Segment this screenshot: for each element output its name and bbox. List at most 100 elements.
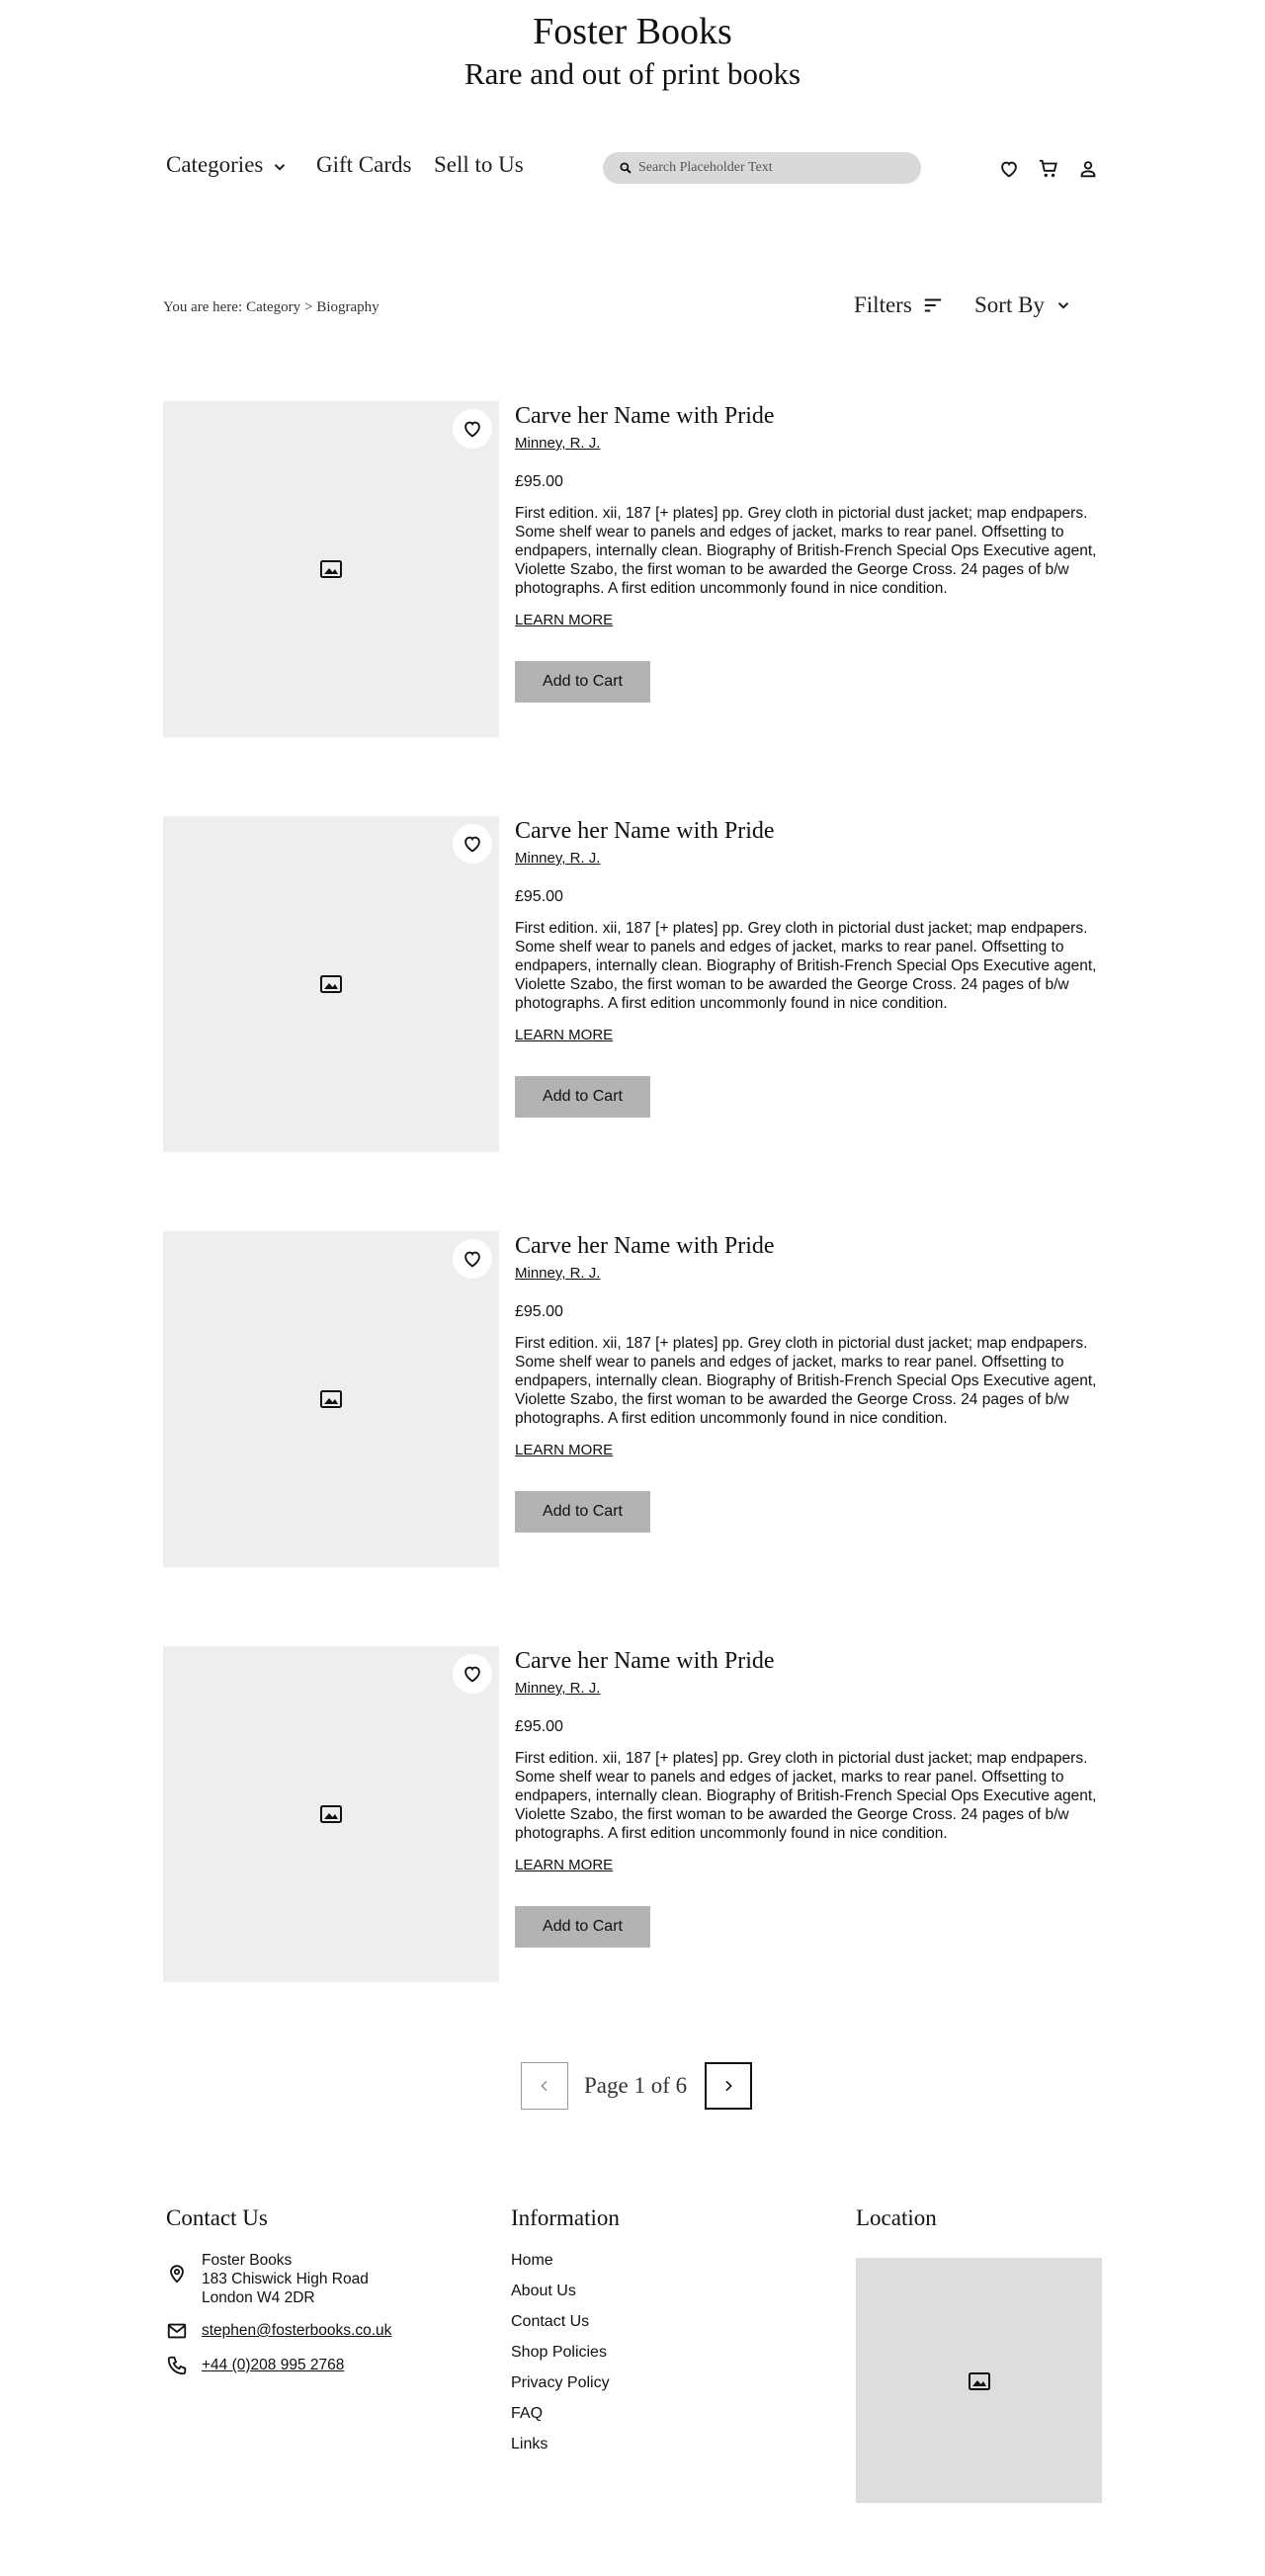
product-image[interactable] — [163, 401, 499, 737]
product-title[interactable]: Carve her Name with Pride — [515, 401, 1102, 431]
contact-address: Foster Books 183 Chiswick High Road Lond… — [166, 2251, 463, 2307]
product-image[interactable] — [163, 1646, 499, 1982]
pagination: Page 1 of 6 — [521, 2062, 753, 2110]
search-input[interactable] — [638, 160, 895, 176]
heart-icon — [464, 836, 480, 853]
product-info: Carve her Name with Pride Minney, R. J. … — [515, 401, 1102, 703]
phone-icon — [167, 2356, 187, 2375]
phone-link[interactable]: +44 (0)208 995 2768 — [202, 2357, 344, 2373]
location-map[interactable] — [856, 2258, 1102, 2503]
breadcrumb-current: > Biography — [304, 299, 380, 315]
footer-link-links[interactable]: Links — [511, 2435, 807, 2454]
nav-categories[interactable]: Categories — [166, 152, 289, 178]
favorite-button[interactable] — [453, 1239, 492, 1279]
learn-more-link[interactable]: LEARN MORE — [515, 612, 613, 629]
main-nav: Categories Gift Cards Sell to Us — [166, 146, 1103, 190]
next-page-button[interactable] — [705, 2062, 753, 2110]
add-to-cart-button[interactable]: Add to Cart — [515, 661, 650, 703]
image-icon — [320, 1390, 342, 1408]
product-price: £95.00 — [515, 1303, 563, 1320]
footer-link-shop-policies[interactable]: Shop Policies — [511, 2343, 807, 2363]
product-card: Carve her Name with Pride Minney, R. J. … — [163, 816, 1102, 1152]
heart-icon — [464, 421, 480, 438]
prev-page-button[interactable] — [521, 2062, 568, 2110]
product-title[interactable]: Carve her Name with Pride — [515, 1231, 1102, 1261]
product-price: £95.00 — [515, 1718, 563, 1735]
footer-link-faq[interactable]: FAQ — [511, 2404, 807, 2424]
product-info: Carve her Name with Pride Minney, R. J. … — [515, 1646, 1102, 1948]
product-info: Carve her Name with Pride Minney, R. J. … — [515, 816, 1102, 1118]
nav-categories-label: Categories — [166, 152, 264, 177]
product-description: First edition. xii, 187 [+ plates] pp. G… — [515, 920, 1097, 1012]
product-description: First edition. xii, 187 [+ plates] pp. G… — [515, 505, 1097, 597]
footer-information: Information Home About Us Contact Us Sho… — [511, 2203, 807, 2465]
nav-gift-cards[interactable]: Gift Cards — [316, 152, 411, 178]
product-author[interactable]: Minney, R. J. — [515, 850, 600, 868]
add-to-cart-button[interactable]: Add to Cart — [515, 1906, 650, 1948]
product-info: Carve her Name with Pride Minney, R. J. … — [515, 1231, 1102, 1533]
product-author[interactable]: Minney, R. J. — [515, 435, 600, 453]
footer-contact: Contact Us Foster Books 183 Chiswick Hig… — [166, 2203, 463, 2375]
sort-by-dropdown[interactable]: Sort By — [974, 292, 1072, 318]
mail-icon — [167, 2323, 187, 2339]
location-heading: Location — [856, 2205, 937, 2230]
learn-more-link[interactable]: LEARN MORE — [515, 1442, 613, 1459]
chevron-right-icon — [725, 2080, 732, 2092]
wishlist-button[interactable] — [998, 158, 1020, 180]
breadcrumb-category[interactable]: Category — [246, 299, 300, 315]
product-image[interactable] — [163, 816, 499, 1152]
image-icon — [969, 2372, 990, 2390]
cart-button[interactable] — [1038, 158, 1059, 180]
page-indicator: Page 1 of 6 — [584, 2073, 688, 2098]
favorite-button[interactable] — [453, 824, 492, 864]
image-icon — [320, 975, 342, 993]
filters-button[interactable]: Filters — [854, 292, 944, 318]
address-line: London W4 2DR — [202, 2289, 315, 2306]
product-price: £95.00 — [515, 473, 563, 490]
nav-sell-to-us[interactable]: Sell to Us — [434, 152, 524, 178]
add-to-cart-button[interactable]: Add to Cart — [515, 1076, 650, 1118]
image-icon — [320, 1805, 342, 1823]
email-link[interactable]: stephen@fosterbooks.co.uk — [202, 2322, 391, 2339]
information-heading: Information — [511, 2205, 620, 2230]
user-icon — [1080, 161, 1096, 178]
breadcrumb: You are here: Category > Biography — [163, 299, 383, 316]
product-title[interactable]: Carve her Name with Pride — [515, 1646, 1102, 1676]
chevron-left-icon — [541, 2080, 548, 2092]
product-description: First edition. xii, 187 [+ plates] pp. G… — [515, 1335, 1097, 1427]
product-card: Carve her Name with Pride Minney, R. J. … — [163, 401, 1102, 737]
footer-link-privacy[interactable]: Privacy Policy — [511, 2373, 807, 2393]
learn-more-link[interactable]: LEARN MORE — [515, 1027, 613, 1044]
product-description: First edition. xii, 187 [+ plates] pp. G… — [515, 1750, 1097, 1842]
search-bar[interactable] — [603, 152, 921, 184]
add-to-cart-button[interactable]: Add to Cart — [515, 1491, 650, 1533]
address-line: 183 Chiswick High Road — [202, 2271, 369, 2287]
site-subtitle: Rare and out of print books — [464, 56, 801, 91]
heart-icon — [464, 1666, 480, 1683]
contact-email: stephen@fosterbooks.co.uk — [166, 2321, 463, 2340]
site-header: Foster Books Rare and out of print books — [0, 8, 1265, 93]
learn-more-link[interactable]: LEARN MORE — [515, 1857, 613, 1874]
sort-by-label: Sort By — [974, 292, 1045, 317]
footer-link-contact[interactable]: Contact Us — [511, 2312, 807, 2332]
product-card: Carve her Name with Pride Minney, R. J. … — [163, 1646, 1102, 1982]
heart-icon — [1001, 161, 1017, 178]
breadcrumb-prefix: You are here: — [163, 299, 243, 315]
footer-link-about[interactable]: About Us — [511, 2282, 807, 2301]
contact-phone: +44 (0)208 995 2768 — [166, 2356, 463, 2375]
account-button[interactable] — [1077, 158, 1099, 180]
product-price: £95.00 — [515, 888, 563, 905]
site-title[interactable]: Foster Books — [0, 8, 1265, 55]
footer-location: Location — [856, 2203, 1102, 2233]
product-author[interactable]: Minney, R. J. — [515, 1265, 600, 1283]
search-icon — [620, 162, 632, 174]
favorite-button[interactable] — [453, 1654, 492, 1694]
heart-icon — [464, 1251, 480, 1268]
chevron-down-icon — [1057, 302, 1069, 309]
filters-label: Filters — [854, 292, 912, 317]
footer-link-home[interactable]: Home — [511, 2251, 807, 2271]
product-title[interactable]: Carve her Name with Pride — [515, 816, 1102, 846]
favorite-button[interactable] — [453, 409, 492, 449]
product-author[interactable]: Minney, R. J. — [515, 1680, 600, 1698]
product-image[interactable] — [163, 1231, 499, 1567]
